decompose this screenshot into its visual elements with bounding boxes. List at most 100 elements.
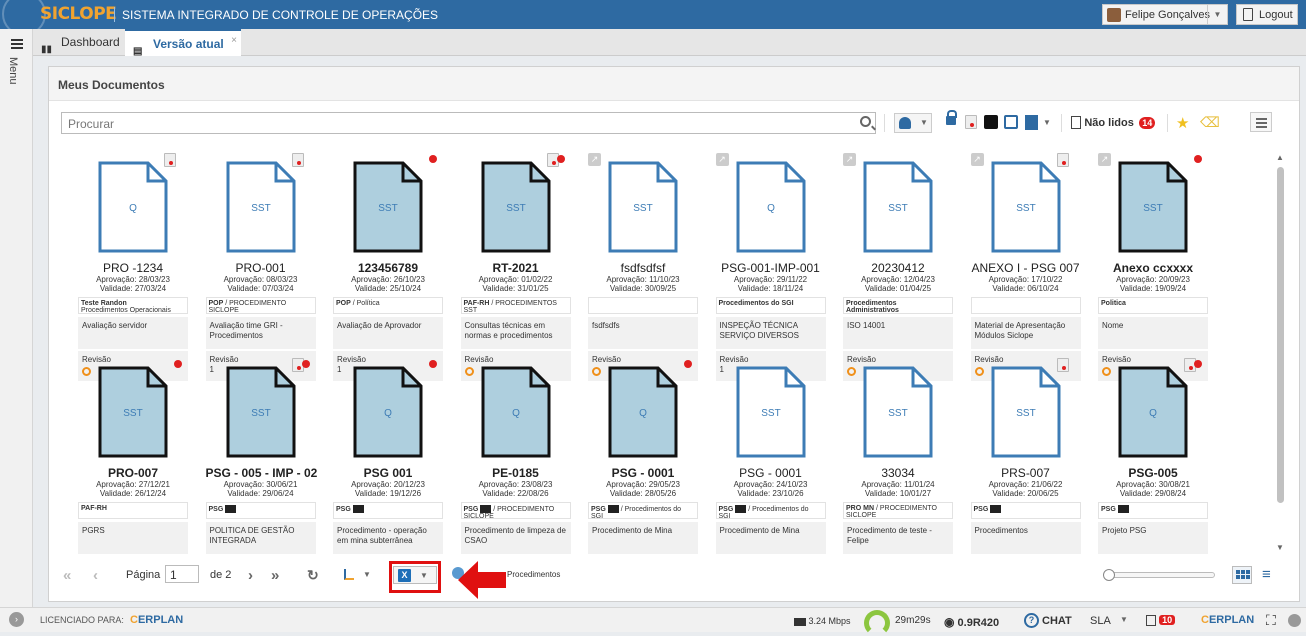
external-link-icon[interactable]: ↗ [843,153,856,166]
document-file-icon[interactable]: SST [991,366,1061,458]
star-icon[interactable]: ★ [1176,114,1189,134]
pagination-bar: « ‹ Página 1 de 2 › » ↻ ▼ X ▼ Procedimen… [49,561,1299,589]
document-file-icon[interactable]: Q [481,366,551,458]
document-pin-icon[interactable] [1056,358,1069,372]
chevron-down-icon[interactable]: ▼ [1043,118,1051,138]
document-type-letter: Q [384,408,392,419]
logout-button[interactable]: Logout [1236,4,1298,25]
close-tab-icon[interactable]: × [231,28,237,54]
scroll-up-icon[interactable]: ▲ [1276,153,1284,162]
document-card[interactable]: Q PRO -1234 Aprovação: 28/03/23 Validade: 2… [78,153,198,381]
avatar [1107,8,1121,22]
document-card[interactable]: Q PSG-005 Aprovação: 30/08/21 Validade: 29/… [1098,358,1218,558]
document-file-icon[interactable]: Q [608,366,678,458]
document-card[interactable]: Q PSG 001 Aprovação: 20/12/23 Validade: 19/… [333,358,453,558]
external-link-icon[interactable]: ↗ [588,153,601,166]
eraser-icon[interactable]: ⌫ [1200,114,1220,134]
calendar-icon[interactable] [1004,115,1018,129]
eye-icon: ◉ [944,615,955,629]
last-page-icon[interactable]: » [271,567,279,584]
document-file-icon[interactable]: SST [863,366,933,458]
toolbar-divider [1061,114,1062,132]
erplan-brand-text-right: ERPLAN [1208,614,1255,626]
unread-filter-button[interactable]: Não lidos 14 [1071,115,1171,135]
fullscreen-icon[interactable]: ⛶ [1266,612,1276,629]
external-link-icon[interactable]: ↗ [715,153,729,166]
chevron-down-icon[interactable]: ▼ [1207,5,1227,24]
document-file-icon[interactable]: SST [481,161,551,253]
page-number-input[interactable]: 1 [165,565,199,583]
search-icon[interactable] [860,116,871,127]
chat-icon[interactable]: ? [1024,613,1039,628]
document-card[interactable]: SST ↗ fsdfsdfsf Aprovação: 11/10/23 Validade… [588,153,708,381]
expand-arrow-icon[interactable]: › [9,612,24,627]
vertical-scrollbar[interactable]: ▲ ▼ [1276,153,1286,555]
new-window-icon[interactable] [984,115,998,129]
document-card[interactable]: SST 123456789 Aprovação: 26/10/23 Validade:… [333,153,453,381]
document-card[interactable]: SST PRS-007 Aprovação: 21/06/22 Validade: 2… [970,358,1091,558]
document-card[interactable]: SST PSG - 0001 Aprovação: 24/10/23 Validade… [715,358,836,558]
chevron-down-icon[interactable]: ▼ [363,570,371,579]
document-pin-icon[interactable] [965,115,977,129]
document-file-icon[interactable]: SST [991,161,1061,253]
search-input[interactable]: Procurar [61,112,876,134]
document-card[interactable]: SST ↗ ANEXO I - PSG 007 Aprovação: 17/10/22… [970,153,1091,381]
document-card[interactable]: SST 33034 Aprovação: 11/01/24 Validade: 10/… [843,358,963,558]
chat-button[interactable]: CHAT [1042,615,1072,627]
document-card[interactable]: SST PSG - 005 - IMP - 02 Aprovação: 30/06/… [205,358,326,558]
scroll-thumb[interactable] [1277,167,1284,503]
help-icon[interactable] [1288,614,1301,627]
document-file-icon[interactable]: SST [863,161,933,253]
document-file-icon[interactable]: SST [1118,161,1188,253]
tab-versao-atual[interactable]: ▤ Versão atual × [125,28,241,57]
notifications-button[interactable]: 10 [1146,614,1176,626]
document-card[interactable]: Q PSG - 0001 Aprovação: 29/05/23 Validade: … [588,358,708,558]
next-page-icon[interactable]: › [248,567,253,584]
group-filter-button[interactable]: ▼ [894,113,932,133]
document-card[interactable]: Q PE-0185 Aprovação: 23/08/23 Validade: 22/… [460,358,581,558]
document-file-icon[interactable]: Q [98,161,168,253]
lock-icon[interactable] [946,110,957,125]
door-icon [1243,8,1253,21]
document-pin-icon[interactable] [291,153,304,167]
external-link-icon[interactable]: ↗ [970,153,984,166]
list-view-button[interactable]: ≡ [1262,566,1271,583]
sla-button[interactable]: SLA [1090,615,1111,627]
document-card[interactable]: Q ↗ PSG-001-IMP-001 Aprovação: 29/11/22 Vali… [715,153,836,381]
refresh-icon[interactable]: ↻ [307,567,319,584]
grid-view-button[interactable] [1232,566,1252,584]
first-page-icon[interactable]: « [63,567,71,584]
document-file-icon[interactable]: Q [736,161,806,253]
tag-primary: Procedimentos Administrativos [846,300,899,314]
building-icon[interactable] [1025,115,1038,130]
chevron-down-icon[interactable]: ▼ [1120,615,1128,624]
document-file-icon[interactable]: Q [353,366,423,458]
zoom-slider-knob[interactable] [1103,569,1115,581]
hierarchy-icon[interactable] [344,569,354,580]
external-link-icon[interactable]: ↗ [1098,153,1111,166]
hamburger-icon[interactable] [11,39,23,49]
document-pin-icon[interactable] [164,153,176,167]
document-pin-icon[interactable] [1056,153,1069,167]
scroll-down-icon[interactable]: ▼ [1276,543,1284,552]
tab-dashboard[interactable]: ▮▮ Dashboard [33,29,125,56]
document-card[interactable]: SST RT-2021 Aprovação: 01/02/22 Validade: 3… [460,153,581,381]
document-card[interactable]: SST ↗ 20230412 Aprovação: 12/04/23 Validade:… [843,153,963,381]
user-menu[interactable]: Felipe Gonçalves ▼ [1102,4,1228,25]
document-file-icon[interactable]: SST [98,366,168,458]
document-file-icon[interactable]: SST [353,161,423,253]
document-card[interactable]: SST ↗ Anexo ccxxxx Aprovação: 20/09/23 Valid… [1098,153,1218,381]
document-file-icon[interactable]: SST [736,366,806,458]
document-card[interactable]: SST PRO-001 Aprovação: 08/03/23 Validade: 0… [205,153,326,381]
document-file-icon[interactable]: SST [226,366,296,458]
list-menu-button[interactable] [1250,112,1272,132]
prev-page-icon[interactable]: ‹ [93,567,98,584]
document-file-icon[interactable]: Q [1118,366,1188,458]
side-menu[interactable]: Menu [0,29,33,607]
document-code: PRO-001 [235,261,286,275]
document-type-letter: SST [1016,408,1035,419]
zoom-slider[interactable] [1103,569,1215,581]
document-card[interactable]: SST PRO-007 Aprovação: 27/12/21 Validade: 2… [78,358,198,558]
document-file-icon[interactable]: SST [608,161,678,253]
document-file-icon[interactable]: SST [226,161,296,253]
